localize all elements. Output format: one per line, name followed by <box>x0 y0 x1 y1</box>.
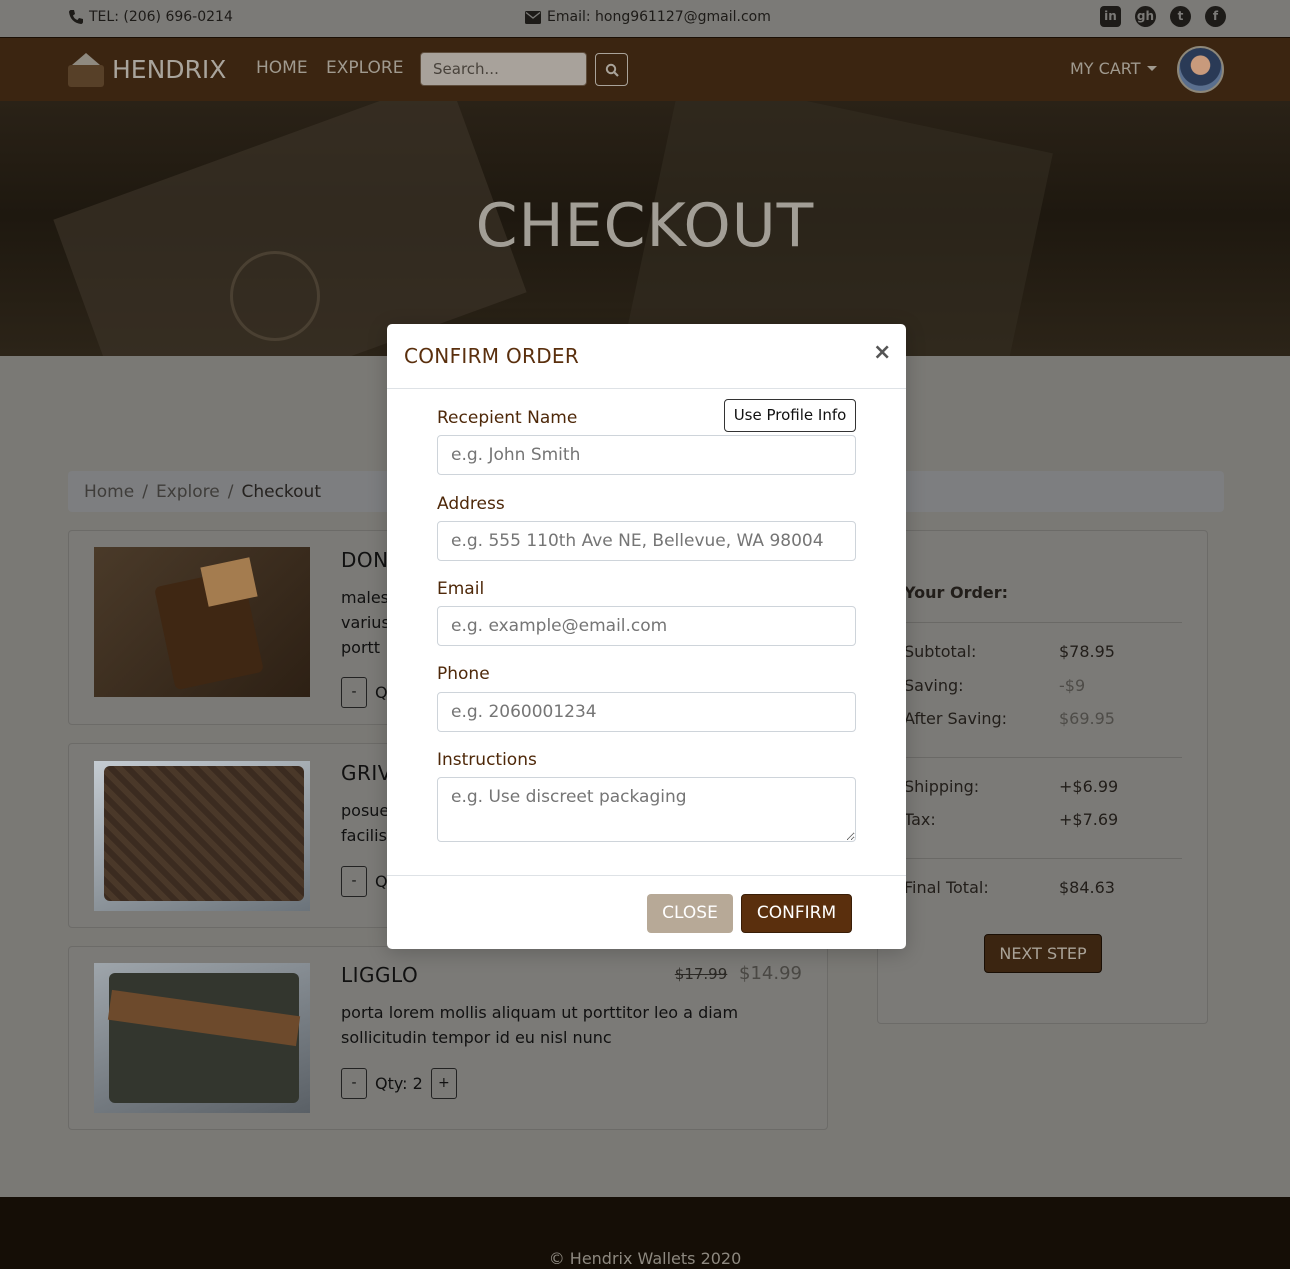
cart-label: MY CART <box>1070 59 1141 78</box>
wallet-image <box>94 547 310 697</box>
phone-icon <box>69 10 83 24</box>
final-total-label: Final Total: <box>904 878 989 897</box>
facebook-icon[interactable]: f <box>1205 6 1226 27</box>
subtotal-label: Subtotal: <box>904 642 977 661</box>
main-navbar: HENDRIX HOME EXPLORE Search... MY CART <box>0 37 1290 101</box>
quantity-stepper: - Q <box>341 677 388 708</box>
breadcrumb-separator: / <box>142 481 148 502</box>
email-field[interactable] <box>437 606 856 646</box>
final-total-value: $84.63 <box>1059 878 1115 897</box>
breadcrumb-checkout: Checkout <box>241 481 321 502</box>
divider <box>904 622 1182 623</box>
product-name: LIGGLO <box>341 963 419 987</box>
divider <box>904 757 1182 758</box>
breadcrumb-home[interactable]: Home <box>84 482 134 502</box>
qty-decrease-button[interactable]: - <box>341 866 367 897</box>
recipient-name-field[interactable] <box>437 435 856 475</box>
original-price: $17.99 <box>674 965 728 983</box>
breadcrumb-separator: / <box>227 481 234 502</box>
saving-label: Saving: <box>904 676 964 695</box>
copyright-text: © Hendrix Wallets 2020 <box>548 1249 742 1268</box>
nav-home[interactable]: HOME <box>256 58 308 78</box>
wallet-image <box>94 963 310 1113</box>
wallet-image <box>94 761 310 911</box>
confirm-order-modal: CONFIRM ORDER × Recepient Name Use Profi… <box>387 324 906 949</box>
close-button[interactable]: CLOSE <box>647 894 733 933</box>
subtotal-value: $78.95 <box>1059 642 1115 661</box>
product-name: GRIV <box>341 761 392 785</box>
product-price: $17.99 $14.99 <box>675 963 802 984</box>
footer: © Hendrix Wallets 2020 <box>0 1197 1290 1269</box>
avatar[interactable] <box>1177 46 1224 93</box>
qty-label: Qty: 2 <box>375 1074 423 1093</box>
quantity-stepper: - Qty: 2 + <box>341 1068 457 1099</box>
modal-header: CONFIRM ORDER × <box>387 324 906 389</box>
brand-link[interactable]: HENDRIX <box>68 51 226 87</box>
summary-title: Your Order: <box>904 583 1009 602</box>
after-saving-label: After Saving: <box>904 709 1008 728</box>
address-label: Address <box>437 494 505 514</box>
github-icon[interactable]: gh <box>1135 6 1156 27</box>
modal-title: CONFIRM ORDER <box>404 344 580 368</box>
confirm-button[interactable]: CONFIRM <box>741 894 852 933</box>
search-icon <box>605 63 619 77</box>
qty-increase-button[interactable]: + <box>430 1068 457 1099</box>
caret-down-icon <box>1146 66 1157 71</box>
order-summary: Your Order: Subtotal: $78.95 Saving: -$9… <box>877 530 1208 1024</box>
envelope-icon <box>525 10 541 24</box>
cart-item: LIGGLO $17.99 $14.99 porta lorem mollis … <box>68 946 828 1130</box>
linkedin-icon[interactable]: in <box>1100 6 1121 27</box>
shipping-label: Shipping: <box>904 777 980 796</box>
qty-decrease-button[interactable]: - <box>341 677 367 708</box>
nav-explore[interactable]: EXPLORE <box>326 58 403 78</box>
phone-contact: TEL: (206) 696-0214 <box>68 9 233 25</box>
qty-label: Q <box>375 872 388 891</box>
phone-label: Phone <box>437 664 490 684</box>
brand-name: HENDRIX <box>112 54 227 84</box>
phone-field[interactable] <box>437 692 856 732</box>
next-step-button[interactable]: NEXT STEP <box>984 934 1102 973</box>
cart-dropdown[interactable]: MY CART <box>1070 59 1157 78</box>
tax-label: Tax: <box>904 810 936 829</box>
top-contact-bar: TEL: (206) 696-0214 Email: hong961127@gm… <box>0 0 1290 37</box>
qty-label: Q <box>375 683 388 702</box>
close-icon[interactable]: × <box>873 340 891 365</box>
address-field[interactable] <box>437 521 856 561</box>
qty-decrease-button[interactable]: - <box>341 1068 367 1099</box>
search-input[interactable]: Search... <box>420 52 587 86</box>
phone-text: TEL: (206) 696-0214 <box>89 9 233 25</box>
divider <box>904 858 1182 859</box>
wallet-logo-icon <box>68 51 104 87</box>
email-text: Email: hong961127@gmail.com <box>547 9 771 25</box>
search-button[interactable] <box>595 53 628 86</box>
modal-footer: CLOSE CONFIRM <box>387 875 906 949</box>
after-saving-value: $69.95 <box>1059 709 1115 728</box>
instructions-field[interactable] <box>437 777 856 842</box>
twitter-icon[interactable]: t <box>1170 6 1191 27</box>
saving-value: -$9 <box>1059 676 1086 695</box>
email-label: Email <box>437 579 485 599</box>
instructions-label: Instructions <box>437 750 537 770</box>
use-profile-info-button[interactable]: Use Profile Info <box>724 399 856 432</box>
hero-banner: CHECKOUT <box>0 101 1290 356</box>
shipping-value: +$6.99 <box>1059 777 1119 796</box>
tax-value: +$7.69 <box>1059 810 1119 829</box>
page-title: CHECKOUT <box>475 191 815 261</box>
product-name: DON <box>341 548 389 572</box>
quantity-stepper: - Q <box>341 866 388 897</box>
breadcrumb-explore[interactable]: Explore <box>156 482 220 502</box>
email-contact: Email: hong961127@gmail.com <box>525 9 771 25</box>
product-description: porta lorem mollis aliquam ut porttitor … <box>341 1003 739 1047</box>
recipient-name-label: Recepient Name <box>437 408 578 428</box>
sale-price: $14.99 <box>739 963 802 984</box>
social-links: in gh t f <box>1100 6 1226 27</box>
